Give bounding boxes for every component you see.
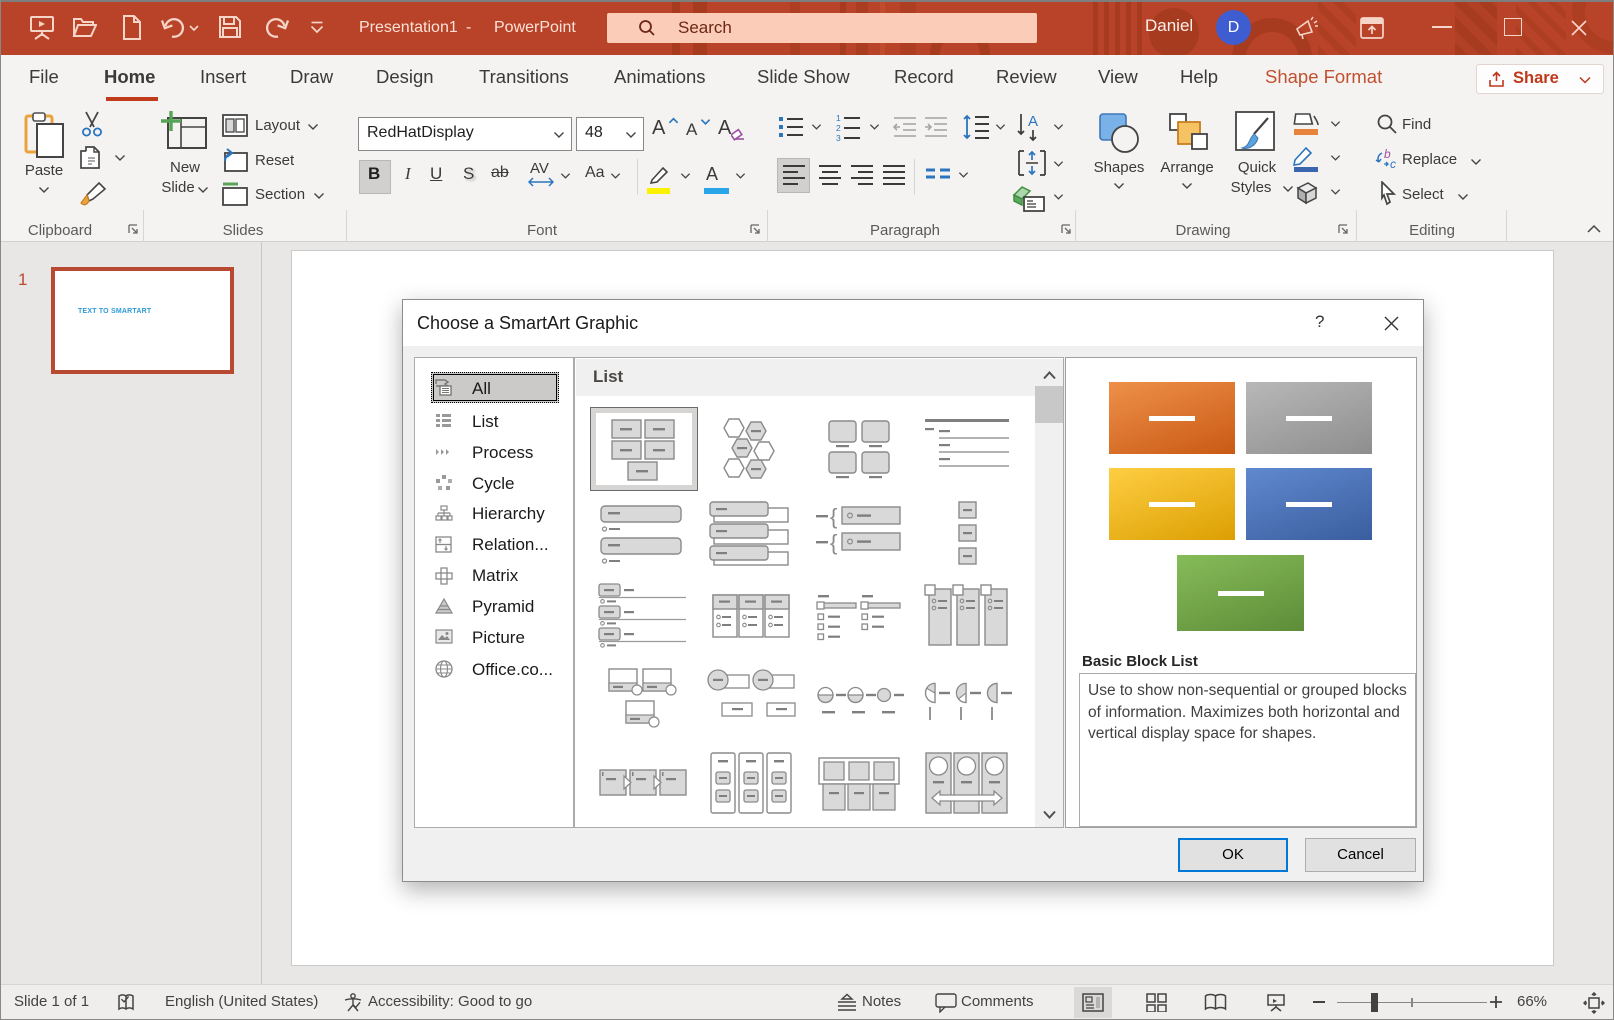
svg-text:2: 2 (836, 123, 841, 133)
svg-text:{: { (830, 504, 837, 529)
svg-text:{: { (830, 530, 837, 555)
svg-text:3: 3 (836, 133, 841, 141)
svg-text:A: A (1028, 113, 1038, 130)
svg-text:c: c (1390, 157, 1396, 171)
svg-text:1: 1 (836, 113, 841, 123)
